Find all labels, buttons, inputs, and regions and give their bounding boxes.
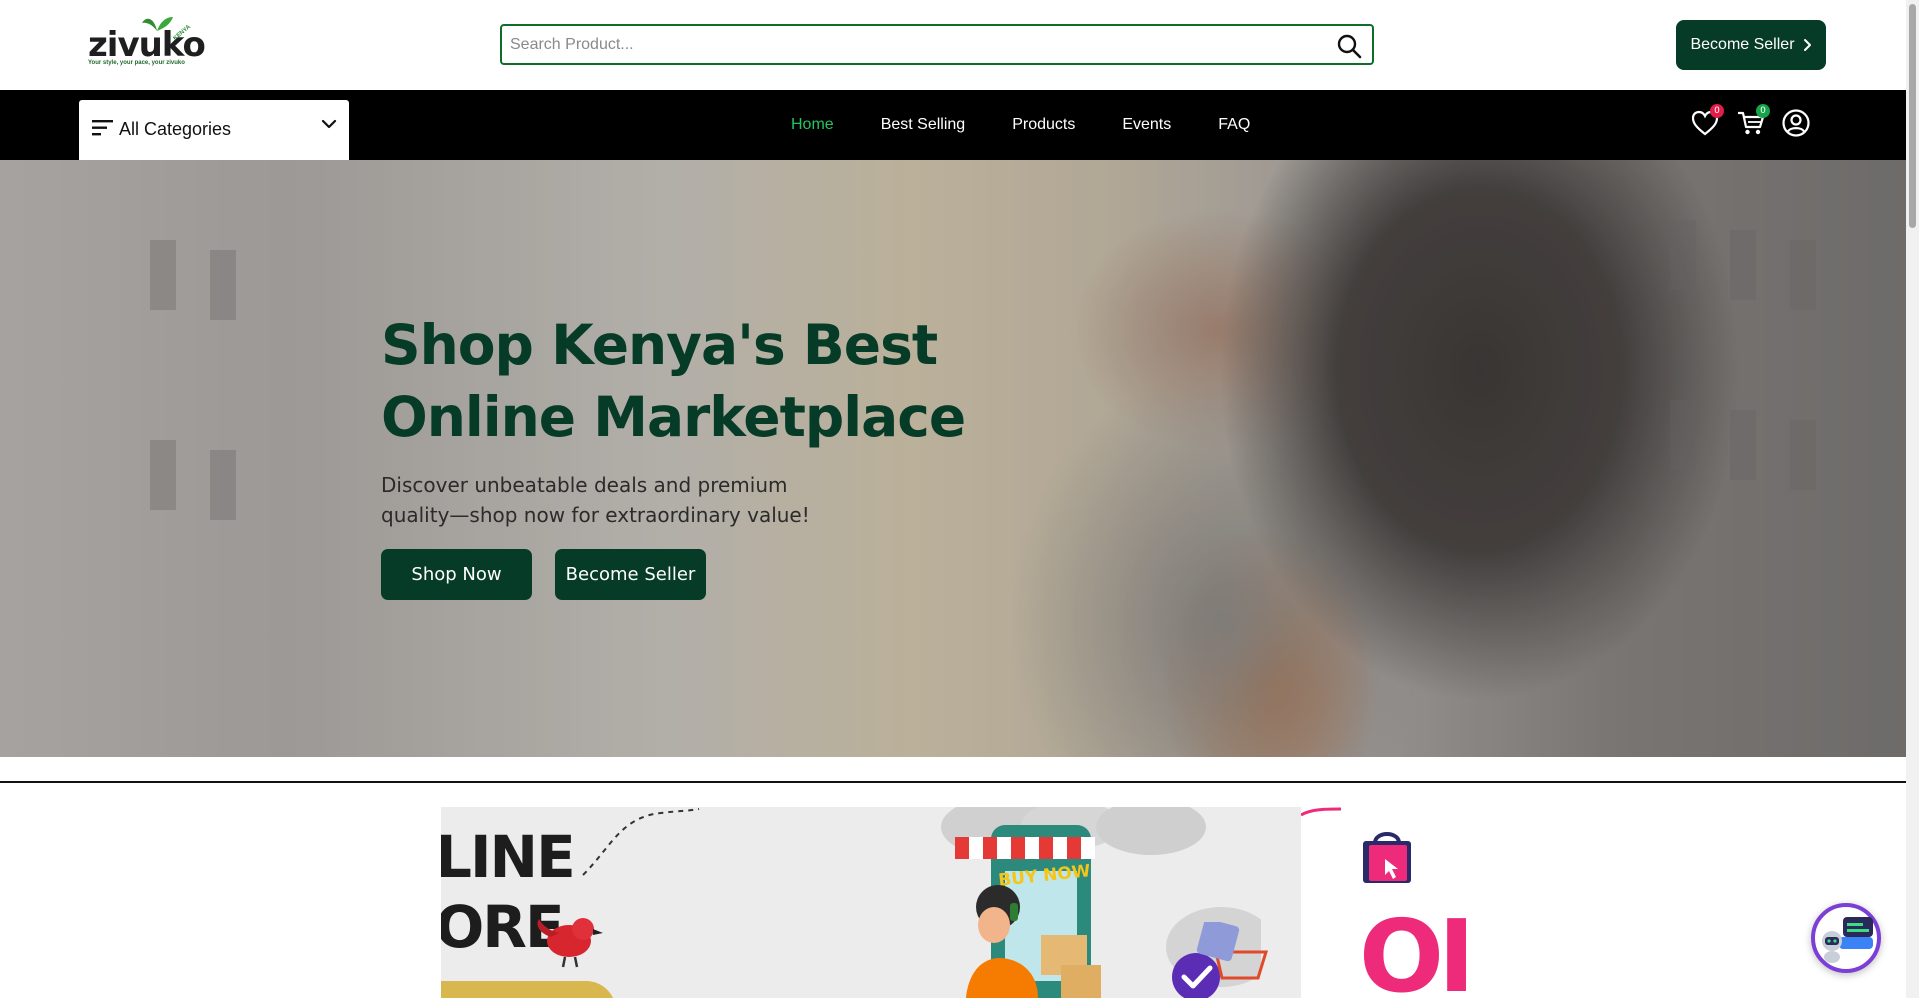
wishlist-button[interactable]: 0 — [1690, 104, 1724, 138]
search-input[interactable] — [510, 34, 1310, 56]
hero-title: Shop Kenya's Best Online Marketplace — [381, 309, 1001, 453]
all-categories-dropdown[interactable]: All Categories — [79, 100, 349, 160]
chatbot-button[interactable] — [1811, 903, 1881, 973]
nav-link-products[interactable]: Products — [1012, 116, 1075, 134]
search-icon[interactable] — [1336, 33, 1362, 59]
scrollbar-thumb[interactable] — [1909, 4, 1916, 228]
pink-stroke-decoration — [1301, 807, 1342, 817]
chevron-right-icon — [1803, 39, 1811, 51]
become-seller-hero-button[interactable]: Become Seller — [555, 549, 706, 600]
banner-text-line-1: LINE — [441, 823, 576, 891]
nav-link-faq[interactable]: FAQ — [1218, 116, 1250, 134]
promo-banner[interactable]: LINE ORE BUY NOW — [441, 807, 1301, 998]
become-seller-header-button[interactable]: Become Seller — [1676, 20, 1826, 70]
user-icon — [1782, 109, 1810, 137]
cart-count-badge: 0 — [1756, 104, 1770, 118]
section-divider — [0, 781, 1906, 783]
logo-tagline: Your style, your pace, your zivuko — [88, 60, 185, 66]
cart-button[interactable]: 0 — [1736, 104, 1770, 138]
all-categories-label: All Categories — [119, 119, 232, 139]
shopping-bag-icon — [1363, 832, 1411, 883]
logo-wordmark: zivuko — [88, 25, 206, 65]
hero-title-line-2: Online Marketplace — [381, 385, 966, 449]
shop-now-button[interactable]: Shop Now — [381, 549, 532, 600]
page-scrollbar[interactable] — [1906, 0, 1919, 998]
logo[interactable]: zivuko KENYA Your style, your pace, your… — [88, 14, 206, 66]
chevron-down-icon — [321, 119, 337, 129]
nav-icons: 0 0 — [1690, 104, 1820, 142]
top-header: zivuko KENYA Your style, your pace, your… — [0, 0, 1906, 90]
hero-section: Shop Kenya's Best Online Marketplace Dis… — [0, 160, 1906, 757]
banner-secondary-text: OI — [1359, 898, 1466, 998]
nav-link-home[interactable]: Home — [791, 116, 834, 134]
wishlist-count-badge: 0 — [1710, 104, 1724, 118]
nav-link-best-selling[interactable]: Best Selling — [881, 116, 966, 134]
nav-link-events[interactable]: Events — [1122, 116, 1171, 134]
search-bar — [500, 24, 1374, 65]
dashed-path-decoration — [582, 808, 700, 876]
delivery-person-illustration — [966, 885, 1038, 998]
shopping-cart-illustration — [1172, 922, 1269, 998]
main-nav: All Categories Home Best Selling Product… — [0, 90, 1906, 160]
menu-icon — [92, 120, 113, 136]
chatbot-icon — [1822, 917, 1873, 963]
page: zivuko KENYA Your style, your pace, your… — [0, 0, 1919, 998]
promo-banner-secondary[interactable]: OI — [1301, 807, 1466, 998]
profile-button[interactable] — [1781, 108, 1811, 138]
hero-title-line-1: Shop Kenya's Best — [381, 313, 938, 377]
banner-yellow-shape — [441, 981, 616, 998]
nav-links: Home Best Selling Products Events FAQ — [791, 116, 1297, 134]
become-seller-header-label: Become Seller — [1690, 36, 1795, 53]
hero-subtitle: Discover unbeatable deals and premium qu… — [381, 473, 810, 527]
bird-illustration — [537, 918, 603, 968]
hero-overlay — [0, 160, 1906, 757]
